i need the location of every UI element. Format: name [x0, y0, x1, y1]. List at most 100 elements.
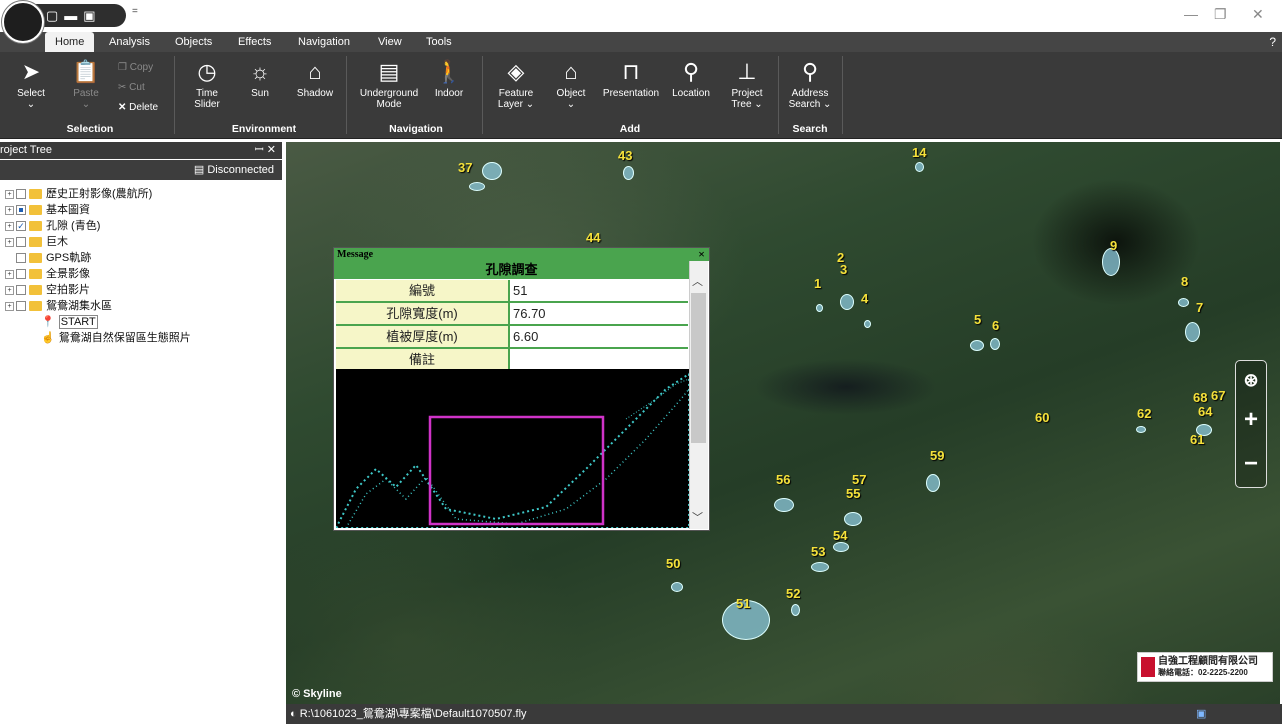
close-icon[interactable]: ✕	[1252, 6, 1264, 23]
checkbox[interactable]	[16, 301, 26, 311]
map-label: 52	[786, 586, 801, 601]
address-search-button[interactable]: ⚲ Address Search ⌄	[786, 58, 834, 110]
copyright-label: © Skyline	[292, 688, 342, 700]
copy-button[interactable]: ❐ Copy	[118, 62, 153, 73]
map-plot-marker[interactable]	[990, 338, 1000, 350]
paste-button[interactable]: 📋 Paste ⌄	[66, 58, 106, 110]
ribbon: ➤ Select ⌄ 📋 Paste ⌄ ❐ Copy ✂ Cut ✕ Dele…	[0, 52, 1282, 139]
expand-icon[interactable]: +	[5, 221, 14, 231]
popup-scrollbar[interactable]: ︿ ﹀	[689, 261, 708, 529]
checkbox[interactable]	[16, 189, 26, 199]
presentation-button[interactable]: ⊓ Presentation	[598, 58, 664, 99]
cut-label: Cut	[129, 82, 145, 93]
tree-item[interactable]: + 歷史正射影像(農航所)	[5, 186, 275, 202]
sun-button[interactable]: ☼ Sun	[240, 58, 280, 99]
close-icon[interactable]: ×	[698, 248, 705, 261]
zoom-in-button[interactable]: +	[1236, 405, 1266, 435]
tab-home[interactable]: Home	[45, 32, 95, 52]
checkbox[interactable]	[16, 237, 26, 247]
tab-tools[interactable]: Tools	[416, 32, 462, 52]
scroll-down-icon[interactable]: ﹀	[692, 509, 703, 525]
feature-layer-button[interactable]: ◈ Feature Layer ⌄	[490, 58, 542, 110]
tab-effects[interactable]: Effects	[228, 32, 281, 52]
map-plot-marker[interactable]	[623, 166, 634, 180]
scrollbar-thumb[interactable]	[691, 293, 706, 443]
message-header: Message ×	[334, 248, 709, 261]
select-button[interactable]: ➤ Select ⌄	[10, 58, 52, 110]
tree-item[interactable]: ☝ 鴛鴦湖自然保留區生態照片	[5, 330, 275, 346]
map-label: 59	[930, 448, 945, 463]
map-plot-marker[interactable]	[671, 582, 683, 592]
tab-objects[interactable]: Objects	[165, 32, 222, 52]
save-icon[interactable]: ▣	[83, 9, 95, 22]
map-plot-marker[interactable]	[840, 294, 854, 310]
point-cloud-graphic	[336, 372, 689, 528]
tree-item[interactable]: + 空拍影片	[5, 282, 275, 298]
map-plot-marker[interactable]	[811, 562, 829, 572]
shadow-button[interactable]: ⌂ Shadow	[292, 58, 338, 99]
tree-item[interactable]: + 鴛鴦湖集水區	[5, 298, 275, 314]
status-bar: ◐ R:\1061023_鴛鴦湖\專案檔\Default1070507.fly …	[286, 704, 1282, 724]
expand-icon[interactable]: +	[5, 205, 14, 215]
quick-access-customize[interactable]: =	[132, 6, 138, 17]
app-logo-icon[interactable]	[2, 1, 44, 43]
object-button[interactable]: ⌂ Object ⌄	[550, 58, 592, 110]
compass-icon[interactable]: ⊛	[1236, 365, 1266, 395]
help-icon[interactable]: ?	[1269, 35, 1276, 49]
expand-icon[interactable]: +	[5, 269, 14, 279]
tree-item[interactable]: + 全景影像	[5, 266, 275, 282]
map-plot-marker[interactable]	[469, 182, 485, 191]
map-navigation-control: ⊛ + −	[1235, 360, 1267, 488]
tab-navigation[interactable]: Navigation	[288, 32, 360, 52]
expand-icon[interactable]: +	[5, 237, 14, 247]
checkbox[interactable]	[16, 269, 26, 279]
pin-close-icon[interactable]: ꟷ ✕	[255, 142, 276, 159]
layers-icon: ◈	[507, 59, 525, 84]
expand-icon[interactable]: +	[5, 189, 14, 199]
restore-icon[interactable]: ❐	[1214, 6, 1227, 23]
checkbox-checked[interactable]: ✓	[16, 221, 26, 231]
tab-view[interactable]: View	[368, 32, 412, 52]
tree-item[interactable]: + 基本圖資	[5, 202, 275, 218]
map-plot-marker[interactable]	[970, 340, 984, 351]
expand-icon[interactable]: +	[5, 285, 14, 295]
tree-item[interactable]: 📍 START	[5, 314, 275, 330]
checkbox[interactable]	[16, 253, 26, 263]
map-plot-marker[interactable]	[1178, 298, 1189, 307]
zoom-out-button[interactable]: −	[1236, 449, 1266, 479]
open-folder-icon[interactable]: ▬	[64, 9, 77, 22]
map-plot-marker[interactable]	[482, 162, 502, 180]
tree-item[interactable]: GPS軌跡	[5, 250, 275, 266]
map-plot-marker[interactable]	[816, 304, 823, 312]
indoor-button[interactable]: 🚶 Indoor	[428, 58, 470, 99]
map-plot-marker[interactable]	[1136, 426, 1146, 433]
tab-analysis[interactable]: Analysis	[99, 32, 160, 52]
expand-icon[interactable]: +	[5, 301, 14, 311]
map-plot-marker[interactable]	[926, 474, 940, 492]
scroll-up-icon[interactable]: ︿	[692, 273, 703, 289]
map-plot-marker[interactable]	[915, 162, 924, 172]
tree-item[interactable]: + ✓ 孔隙 (青色)	[5, 218, 275, 234]
project-tree-button[interactable]: ⊥ Project Tree ⌄	[724, 58, 770, 110]
map-plot-marker[interactable]	[864, 320, 871, 328]
location-button[interactable]: ⚲ Location	[668, 58, 714, 99]
underground-mode-button[interactable]: ▤ Underground Mode	[354, 58, 424, 110]
info-icon[interactable]: ▣	[1196, 704, 1206, 724]
map-plot-marker[interactable]	[844, 512, 862, 526]
object-label: Object	[556, 88, 586, 99]
minimize-icon[interactable]: —	[1184, 6, 1198, 22]
checkbox[interactable]	[16, 205, 26, 215]
cut-button[interactable]: ✂ Cut	[118, 82, 145, 93]
time-slider-button[interactable]: ◷ Time Slider	[186, 58, 228, 110]
map-plot-marker[interactable]	[791, 604, 800, 616]
delete-button[interactable]: ✕ Delete	[118, 102, 158, 113]
tree-item[interactable]: + 巨木	[5, 234, 275, 250]
map-plot-marker[interactable]	[1185, 322, 1200, 342]
checkbox[interactable]	[16, 285, 26, 295]
map-plot-marker[interactable]	[774, 498, 794, 512]
new-file-icon[interactable]: ▢	[46, 9, 58, 22]
map-plot-marker[interactable]	[833, 542, 849, 552]
time-slider-label-2: Slider	[194, 99, 220, 110]
indoor-label: Indoor	[434, 88, 464, 99]
tree-item-label: GPS軌跡	[46, 252, 92, 264]
